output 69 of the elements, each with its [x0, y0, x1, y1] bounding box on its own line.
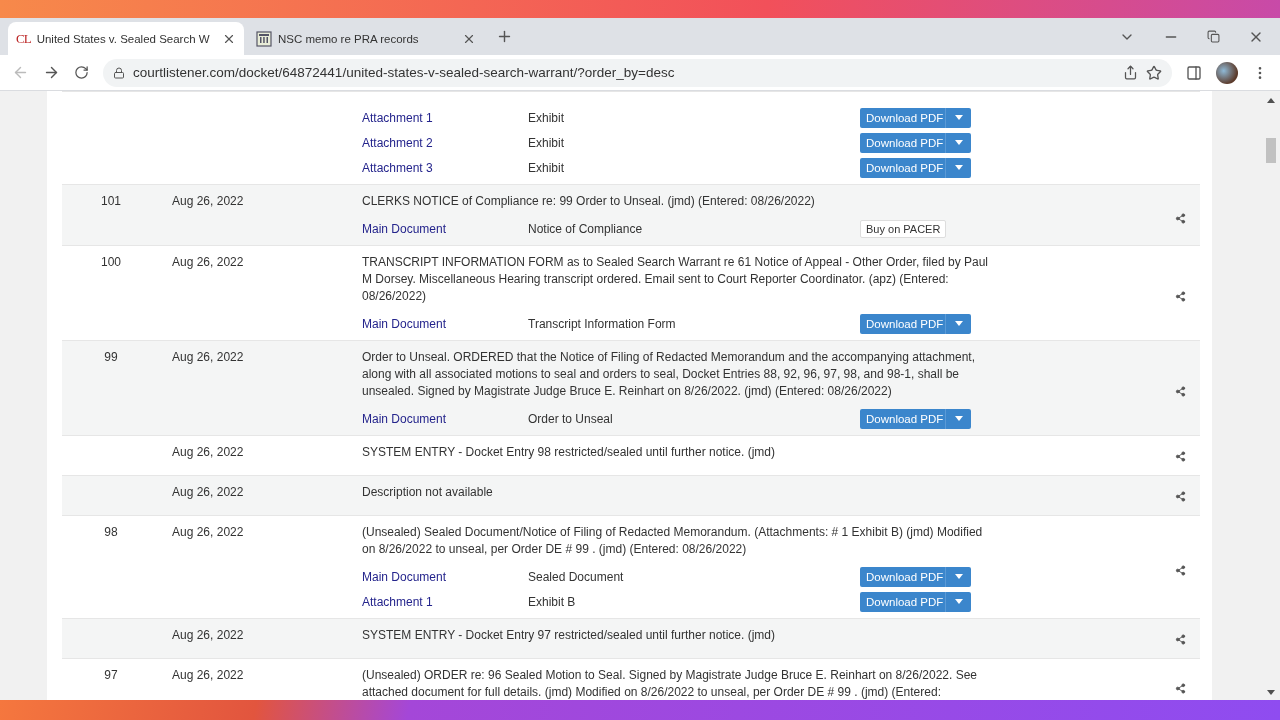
- entry-description: SYSTEM ENTRY - Docket Entry 98 restricted/sealed until further notice. (jmd): [361, 444, 777, 461]
- download-pdf-button[interactable]: Download PDF: [860, 566, 945, 587]
- document-type: Exhibit B: [528, 594, 577, 609]
- entry-date: Aug 26, 2022: [172, 255, 244, 269]
- entry-description: (Unsealed) ORDER re: 96 Sealed Motion to Seal. Signed by Magistrate Judge Bruce E. Reinhart on 8/26/2022. See attached document for full details. (jmd) Modified on 8/26/2022 to unseal, per Order DE # 99 . (jmd) (Entered:: [361, 667, 979, 700]
- document-type: Exhibit: [528, 110, 566, 125]
- document-type: Order to Unseal: [528, 411, 614, 426]
- entry-date: Aug 26, 2022: [172, 668, 244, 682]
- entry-number: 98: [104, 525, 118, 539]
- entry-description: TRANSCRIPT INFORMATION FORM as to Sealed Search Warrant re 61 Notice of Appeal - Other Order, filed by Paul M Dorsey. Miscellaneous Hearing transcript ordered. Email sent to Court Reporter Coordinator. (apz) (Entered: 08/26/2022): [361, 254, 989, 305]
- entry-description: CLERKS NOTICE of Compliance re: 99 Order to Unseal. (jmd) (Entered: 08/26/2022): [361, 193, 816, 210]
- document-link[interactable]: Main Document: [362, 411, 447, 426]
- entry-number: 100: [101, 255, 121, 269]
- document-link[interactable]: Attachment 2: [362, 135, 433, 150]
- browser-tab[interactable]: NSC memo re PRA records: [248, 22, 484, 55]
- document-link[interactable]: Attachment 1: [362, 594, 433, 609]
- entry-description: SYSTEM ENTRY - Docket Entry 97 restricted/sealed until further notice. (jmd): [361, 627, 777, 644]
- entry-number: 99: [104, 350, 118, 364]
- document-link[interactable]: Main Document: [362, 316, 447, 331]
- document-link[interactable]: Main Document: [362, 221, 447, 236]
- entry-description: (Unsealed) Sealed Document/Notice of Filing of Redacted Memorandum. (Attachments: # 1 Exhibit B) (jmd) Modified on 8/26/2022 to unseal, per Order DE # 99 . (jmd) (Entered: 08/26/2022): [361, 524, 984, 558]
- url-text: courtlistener.com/docket/64872441/united-states-v-sealed-search-warrant/?order_by=desc: [133, 65, 676, 80]
- reload-icon[interactable]: [74, 65, 89, 80]
- entry-number: 101: [101, 194, 121, 208]
- restore-icon[interactable]: [1207, 28, 1220, 45]
- address-bar[interactable]: courtlistener.com/docket/64872441/united-states-v-sealed-search-warrant/?order_by=desc: [103, 58, 1172, 87]
- document-type: Exhibit: [528, 135, 566, 150]
- caret-icon: [954, 599, 963, 604]
- entry-date: Aug 26, 2022: [172, 350, 244, 364]
- document-link[interactable]: Main Document: [362, 569, 447, 584]
- document-type: Exhibit: [528, 160, 566, 175]
- document-type: Notice of Compliance: [528, 221, 644, 236]
- caret-icon: [954, 140, 963, 145]
- share-icon[interactable]: [1123, 65, 1138, 80]
- download-pdf-button[interactable]: Download PDF: [860, 591, 945, 612]
- entry-date: Aug 26, 2022: [172, 194, 244, 208]
- tab-title: United States v. Sealed Search W: [36, 32, 211, 45]
- document-type: Transcript Information Form: [528, 316, 677, 331]
- download-pdf-button[interactable]: Download PDF: [860, 157, 945, 178]
- document-link[interactable]: Attachment 1: [362, 110, 433, 125]
- entry-description: Order to Unseal. ORDERED that the Notice of Filing of Redacted Memorandum and the accompanying attachment, along with all associated motions to seal and orders to seal, Docket Entries 88, 92, 96, 97, 98, and 98-1, shall be unsealed. Signed by Magistrate Judge Bruce E. Reinhart on 8/26/2022. (jmd) (Entered: 08/26/2022): [361, 349, 976, 400]
- new-tab-icon[interactable]: [496, 28, 513, 45]
- download-pdf-button[interactable]: Download PDF: [860, 313, 945, 334]
- profile-avatar[interactable]: [1216, 61, 1238, 84]
- browser-tab[interactable]: CL United States v. Sealed Search W: [8, 22, 244, 55]
- download-pdf-button[interactable]: Download PDF: [860, 408, 945, 429]
- entry-date: Aug 26, 2022: [172, 445, 244, 459]
- forward-icon[interactable]: [43, 64, 60, 81]
- document-type: Sealed Document: [528, 569, 625, 584]
- site-favicon: CL: [16, 30, 31, 47]
- building-icon: [256, 30, 272, 47]
- download-pdf-button[interactable]: Download PDF: [860, 107, 945, 128]
- document-link[interactable]: Attachment 3: [362, 160, 433, 175]
- caret-icon: [954, 416, 963, 421]
- side-panel-icon[interactable]: [1186, 64, 1202, 81]
- caret-icon: [954, 574, 963, 579]
- lock-icon: [113, 66, 125, 79]
- download-pdf-button[interactable]: Download PDF: [860, 132, 945, 153]
- caret-icon: [954, 115, 963, 120]
- tab-title: NSC memo re PRA records: [278, 32, 420, 45]
- entry-date: Aug 26, 2022: [172, 485, 244, 499]
- bookmark-star-icon[interactable]: [1146, 64, 1162, 81]
- caret-icon: [954, 165, 963, 170]
- entry-number: 97: [104, 668, 118, 682]
- entry-date: Aug 26, 2022: [172, 525, 244, 539]
- entry-date: Aug 26, 2022: [172, 628, 244, 642]
- entry-description: Description not available: [361, 484, 494, 501]
- buy-on-pacer-button[interactable]: Buy on PACER: [860, 219, 947, 238]
- caret-icon: [954, 321, 963, 326]
